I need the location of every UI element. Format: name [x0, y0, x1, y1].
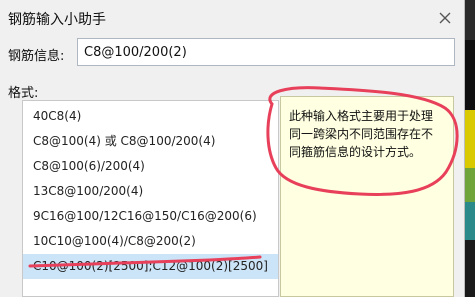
- close-icon: [439, 12, 451, 24]
- format-list-item[interactable]: C8@100(6)/200(4): [23, 154, 278, 179]
- title-bar[interactable]: 钢筋输入小助手: [0, 0, 465, 36]
- format-list-item[interactable]: C8@100(4) 或 C8@100/200(4): [23, 129, 278, 154]
- rebar-info-label: 钢筋信息:: [8, 49, 65, 64]
- rebar-input-helper-dialog: 钢筋输入小助手 钢筋信息: 格式: 40C8(4)C8@100(4) 或 C8@…: [0, 0, 465, 297]
- rebar-info-input[interactable]: [77, 38, 455, 66]
- format-label: 格式:: [8, 86, 39, 101]
- screen: 钢筋输入小助手 钢筋信息: 格式: 40C8(4)C8@100(4) 或 C8@…: [0, 0, 475, 297]
- dialog-title: 钢筋输入小助手: [8, 12, 106, 28]
- desktop-background: [465, 240, 475, 297]
- description-tooltip: 此种输入格式主要用于处理同一跨梁内不同范围存在不同箍筋信息的设计方式。: [280, 96, 454, 297]
- desktop-background: [465, 202, 475, 240]
- desktop-background: [465, 168, 475, 202]
- format-list-item[interactable]: 40C8(4): [23, 104, 278, 129]
- close-button[interactable]: [435, 8, 455, 28]
- format-list-item[interactable]: 13C8@100/200(4): [23, 179, 278, 204]
- desktop-background: [465, 0, 475, 40]
- format-list-item[interactable]: 10C10@100(4)/C8@200(2): [23, 229, 278, 254]
- format-list-item[interactable]: 9C16@100/12C16@150/C16@200(6): [23, 204, 278, 229]
- description-text: 此种输入格式主要用于处理同一跨梁内不同范围存在不同箍筋信息的设计方式。: [289, 109, 434, 159]
- format-list-item[interactable]: C10@100(2)[2500];C12@100(2)[2500]: [23, 254, 278, 279]
- desktop-background: [465, 110, 475, 168]
- format-list[interactable]: 40C8(4) C8@100(4) 或 C8@100/200(4) C8@100(6…: [22, 100, 279, 297]
- desktop-background: [465, 40, 475, 110]
